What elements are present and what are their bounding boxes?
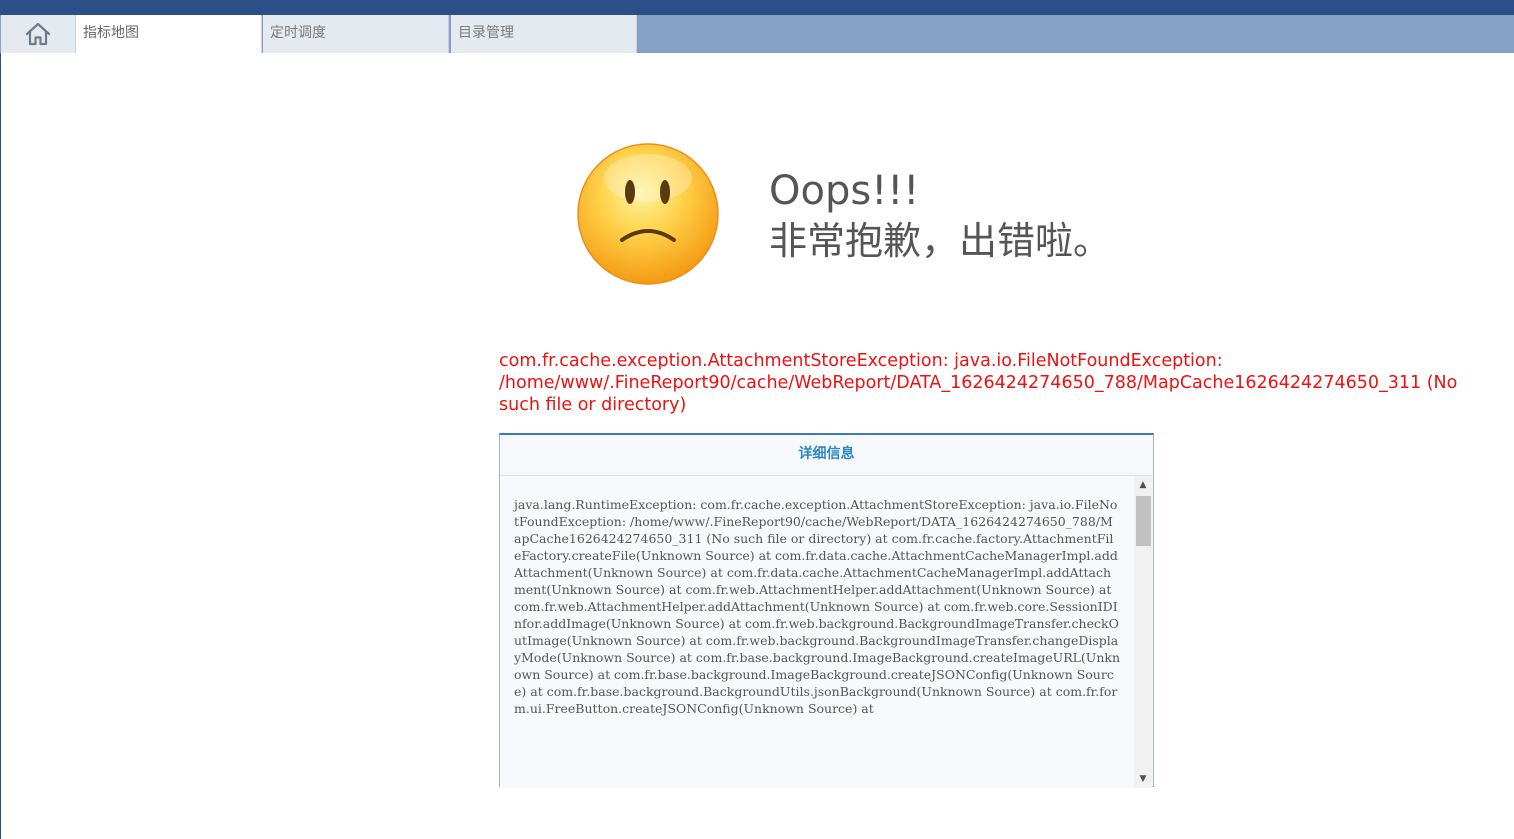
- sad-face-icon: [573, 143, 723, 292]
- stack-trace-area[interactable]: java.lang.RuntimeException: com.fr.cache…: [500, 475, 1152, 788]
- left-border: [0, 53, 1, 839]
- error-heading: Oops!!! 非常抱歉，出错啦。: [769, 168, 1111, 264]
- tab-bar: 指标地图 定时调度 目录管理: [0, 15, 1514, 53]
- error-apology: 非常抱歉，出错啦。: [769, 219, 1112, 263]
- tab-label: 目录管理: [458, 25, 514, 41]
- tab-indicator-map[interactable]: 指标地图: [76, 15, 262, 53]
- scroll-up-arrow-icon[interactable]: ▲: [1134, 476, 1152, 494]
- details-panel: 详细信息 java.lang.RuntimeException: com.fr.…: [499, 433, 1154, 788]
- stack-trace-text: java.lang.RuntimeException: com.fr.cache…: [514, 497, 1120, 716]
- tab-directory-management[interactable]: 目录管理: [451, 15, 637, 53]
- tab-label: 指标地图: [83, 25, 139, 41]
- home-button[interactable]: [1, 15, 76, 53]
- error-message: com.fr.cache.exception.AttachmentStoreEx…: [499, 351, 1458, 415]
- vertical-scrollbar[interactable]: ▲ ▼: [1134, 476, 1152, 788]
- scroll-thumb[interactable]: [1136, 496, 1151, 546]
- home-icon: [25, 22, 51, 46]
- oops-title: Oops!!!: [769, 168, 920, 214]
- tab-label: 定时调度: [270, 25, 326, 41]
- scroll-down-arrow-icon[interactable]: ▼: [1134, 770, 1152, 788]
- details-toggle[interactable]: 详细信息: [500, 435, 1153, 473]
- tab-scheduled-tasks[interactable]: 定时调度: [263, 15, 449, 53]
- top-header-bar: [0, 0, 1514, 15]
